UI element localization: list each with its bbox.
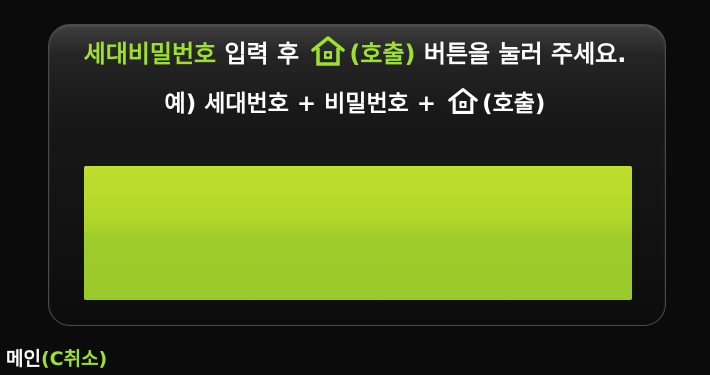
example-prefix: 예) 세대번호 + 비밀번호 + bbox=[164, 91, 445, 117]
password-input-display[interactable] bbox=[84, 166, 632, 300]
password-label: 세대비밀번호 bbox=[83, 40, 217, 68]
cancel-label[interactable]: (C취소) bbox=[41, 348, 107, 370]
press-button-text: 버튼을 눌러 주세요. bbox=[415, 40, 627, 68]
screen: 세대비밀번호 입력 후 (호출) 버튼을 눌러 주세요. 예) 세대번호 + 비… bbox=[0, 0, 710, 375]
main-label[interactable]: 메인 bbox=[6, 348, 41, 370]
home-icon bbox=[448, 87, 478, 121]
instruction-text: 세대비밀번호 입력 후 (호출) 버튼을 눌러 주세요. bbox=[0, 34, 710, 72]
input-after-text: 입력 후 bbox=[216, 40, 308, 68]
home-icon bbox=[311, 36, 346, 72]
example-text: 예) 세대번호 + 비밀번호 + (호출) bbox=[0, 84, 710, 121]
footer-nav[interactable]: 메인(C취소) bbox=[6, 344, 107, 371]
example-call-label: (호출) bbox=[482, 91, 546, 117]
call-label: (호출) bbox=[349, 40, 416, 68]
